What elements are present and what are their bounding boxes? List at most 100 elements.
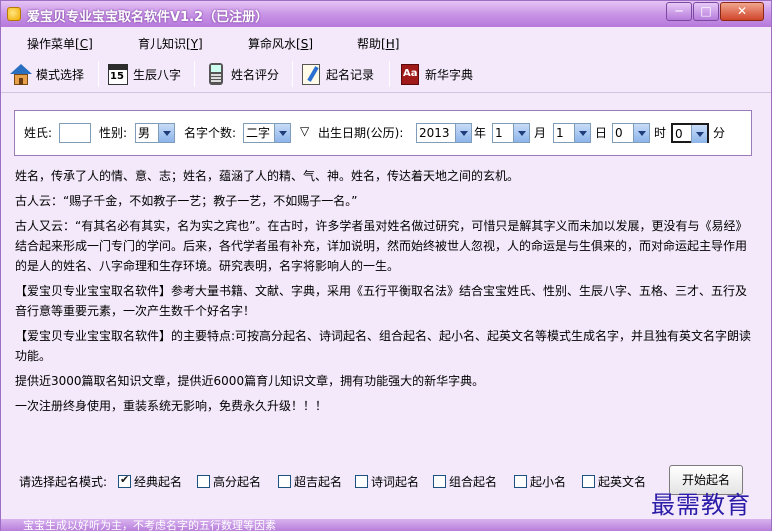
name-score-button[interactable]: 姓名评分 xyxy=(204,59,279,89)
naming-record-label: 起名记录 xyxy=(326,67,375,82)
mode-lucky-label: 超吉起名 xyxy=(294,475,343,489)
calculator-icon xyxy=(204,62,228,86)
menu-help[interactable]: 帮助[H] xyxy=(357,35,399,52)
intro-paragraph: 一次注册终身使用，重装系统无影响，免费永久升级！！！ xyxy=(15,399,328,413)
menu-fortune[interactable]: 算命风水[S] xyxy=(248,35,313,52)
gender-label: 性别: xyxy=(99,126,128,140)
title-bar[interactable]: 爱宝贝专业宝宝取名软件V1.2（已注册） ─ □ ✕ xyxy=(1,1,771,27)
checkbox-icon xyxy=(582,475,595,488)
maximize-button[interactable]: □ xyxy=(693,2,719,21)
mode-high-score-checkbox[interactable]: 高分起名 xyxy=(197,473,261,490)
surname-input[interactable] xyxy=(59,123,91,143)
toolbar-divider xyxy=(292,61,293,87)
checkbox-icon xyxy=(355,475,368,488)
intro-paragraph: 姓名，传承了人的情、意、志；姓名，蕴涵了人的精、气、神。姓名，传达着天地之间的玄… xyxy=(15,169,520,183)
intro-paragraph: 古人云：“赐子千金，不如教子一艺；教子一艺，不如赐子一名。” xyxy=(15,194,358,208)
naming-record-button[interactable]: 起名记录 xyxy=(299,59,374,89)
birth-date-label: 出生日期(公历): xyxy=(318,126,404,140)
window-title: 爱宝贝专业宝宝取名软件V1.2（已注册） xyxy=(27,10,269,25)
mode-nickname-label: 起小名 xyxy=(530,475,567,489)
gender-value: 男 xyxy=(138,126,151,140)
day-select[interactable]: 1 xyxy=(553,123,591,143)
chevron-down-icon xyxy=(158,124,174,142)
chevron-down-icon xyxy=(633,124,649,142)
menu-parenting[interactable]: 育儿知识[Y] xyxy=(138,35,203,52)
mode-english-label: 起英文名 xyxy=(598,475,647,489)
toolbar-divider xyxy=(389,61,390,87)
dictionary-label: 新华字典 xyxy=(425,67,474,82)
status-bar: 宝宝生成以好听为主，不考虑名字的五行数理等因素 xyxy=(1,519,771,531)
day-unit: 日 xyxy=(595,126,608,140)
menu-operate-key: [C] xyxy=(75,37,93,51)
dictionary-icon-text: Aa xyxy=(403,68,418,79)
checkbox-icon xyxy=(197,475,210,488)
checkbox-icon xyxy=(278,475,291,488)
mode-classic-checkbox[interactable]: 经典起名 xyxy=(118,473,182,490)
menu-help-label: 帮助 xyxy=(357,37,382,51)
mode-poetry-checkbox[interactable]: 诗词起名 xyxy=(355,473,419,490)
watermark-text: 最需教育 xyxy=(651,491,751,519)
mode-label: 请选择起名模式: xyxy=(19,475,108,489)
calendar-icon: 15 xyxy=(106,62,130,86)
minute-value: 0 xyxy=(675,127,683,141)
hour-select[interactable]: 0 xyxy=(612,123,650,143)
checkbox-checked-icon xyxy=(118,473,131,488)
minute-unit: 分 xyxy=(713,126,726,140)
home-icon xyxy=(9,62,33,86)
dictionary-icon: Aa xyxy=(398,62,422,86)
hour-unit: 时 xyxy=(654,126,667,140)
name-count-label: 名字个数: xyxy=(184,126,237,140)
month-value: 1 xyxy=(495,126,503,140)
checkbox-icon xyxy=(433,475,446,488)
menu-operate[interactable]: 操作菜单[C] xyxy=(27,35,93,52)
mode-poetry-label: 诗词起名 xyxy=(371,475,420,489)
app-logo-icon xyxy=(7,7,21,21)
chevron-down-icon xyxy=(691,125,707,143)
minute-select[interactable]: 0 xyxy=(671,123,709,143)
month-select[interactable]: 1 xyxy=(492,123,530,143)
toolbar-divider xyxy=(98,61,99,87)
toolbar: 模式选择 15 生辰八字 姓名评分 起名记录 Aa 新华字典 xyxy=(1,55,771,93)
mode-classic-label: 经典起名 xyxy=(134,475,183,489)
mode-select-button[interactable]: 模式选择 xyxy=(9,59,84,89)
mode-lucky-checkbox[interactable]: 超吉起名 xyxy=(278,473,342,490)
intro-paragraph: 【爱宝贝专业宝宝取名软件】参考大量书籍、文献、字典，采用《五行平衡取名法》结合宝… xyxy=(15,284,748,318)
menu-parenting-key: [Y] xyxy=(186,37,203,51)
bazi-label: 生辰八字 xyxy=(133,67,182,82)
year-value: 2013 xyxy=(419,126,450,140)
surname-label: 姓氏: xyxy=(24,126,53,140)
menu-help-key: [H] xyxy=(381,37,400,51)
gender-select[interactable]: 男 xyxy=(135,123,175,143)
chevron-down-icon xyxy=(513,124,529,142)
mode-combo-label: 组合起名 xyxy=(449,475,498,489)
name-count-select[interactable]: 二字 xyxy=(243,123,291,143)
intro-paragraph: 提供近3000篇取名知识文章，提供近6000篇育儿知识文章，拥有功能强大的新华字… xyxy=(15,374,485,388)
intro-text: 姓名，传承了人的情、意、志；姓名，蕴涵了人的精、气、神。姓名，传达着天地之间的玄… xyxy=(15,166,755,421)
intro-paragraph: 【爱宝贝专业宝宝取名软件】的主要特点:可按高分起名、诗词起名、组合起名、起小名、… xyxy=(15,329,752,363)
menu-fortune-key: [S] xyxy=(296,37,313,51)
minimize-button[interactable]: ─ xyxy=(666,2,692,21)
status-text: 宝宝生成以好听为主，不考虑名字的五行数理等因素 xyxy=(23,519,276,531)
chevron-down-icon xyxy=(574,124,590,142)
intro-paragraph: 古人又云：“有其名必有其实，名为实之宾也”。在古时，许多学者虽对姓名做过研究，可… xyxy=(15,219,748,273)
chevron-down-icon xyxy=(455,124,471,142)
year-select[interactable]: 2013 xyxy=(416,123,472,143)
month-unit: 月 xyxy=(534,126,547,140)
year-unit: 年 xyxy=(474,126,487,140)
day-value: 1 xyxy=(556,126,564,140)
mode-combo-checkbox[interactable]: 组合起名 xyxy=(433,473,497,490)
close-button[interactable]: ✕ xyxy=(720,2,764,21)
dictionary-button[interactable]: Aa 新华字典 xyxy=(398,59,473,89)
mode-english-checkbox[interactable]: 起英文名 xyxy=(582,473,646,490)
chevron-down-icon xyxy=(274,124,290,142)
checkbox-icon xyxy=(514,475,527,488)
menu-fortune-label: 算命风水 xyxy=(248,37,297,51)
bazi-button[interactable]: 15 生辰八字 xyxy=(106,59,181,89)
menu-parenting-label: 育儿知识 xyxy=(138,37,187,51)
menu-bar: 操作菜单[C] 育儿知识[Y] 算命风水[S] 帮助[H] xyxy=(1,31,771,53)
mode-nickname-checkbox[interactable]: 起小名 xyxy=(514,473,566,490)
name-count-value: 二字 xyxy=(246,126,271,140)
calendar-icon-number: 15 xyxy=(110,71,124,82)
notepad-icon xyxy=(299,62,323,86)
mode-select-label: 模式选择 xyxy=(36,67,85,82)
